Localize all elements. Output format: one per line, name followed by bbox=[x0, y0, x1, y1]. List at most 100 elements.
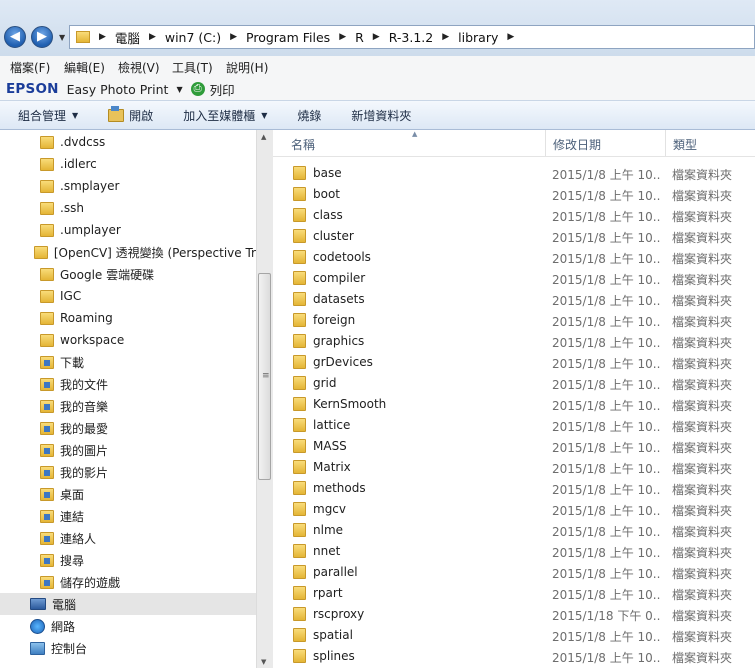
file-name: grDevices bbox=[313, 355, 373, 369]
file-row[interactable]: grid 2015/1/8 上午 10... 檔案資料夾 bbox=[273, 373, 755, 394]
menu-edit[interactable]: 編輯(E) bbox=[54, 59, 108, 76]
sidebar-item[interactable]: .idlerc bbox=[0, 153, 256, 175]
chevron-right-icon[interactable]: ▶ bbox=[339, 32, 346, 42]
sidebar-item-network[interactable]: 網路 bbox=[0, 615, 256, 637]
scroll-down-icon[interactable]: ▼ bbox=[261, 658, 266, 666]
file-row[interactable]: rscproxy 2015/1/18 下午 0... 檔案資料夾 bbox=[273, 604, 755, 625]
file-row[interactable]: Matrix 2015/1/8 上午 10... 檔案資料夾 bbox=[273, 457, 755, 478]
sidebar-item[interactable]: 桌面 bbox=[0, 483, 256, 505]
file-row[interactable]: datasets 2015/1/8 上午 10... 檔案資料夾 bbox=[273, 289, 755, 310]
sidebar-item[interactable]: workspace bbox=[0, 329, 256, 351]
file-row[interactable]: graphics 2015/1/8 上午 10... 檔案資料夾 bbox=[273, 331, 755, 352]
epson-app-dropdown[interactable]: Easy Photo Print bbox=[67, 82, 169, 97]
sidebar-item[interactable]: 儲存的遊戲 bbox=[0, 571, 256, 593]
sidebar-scrollbar[interactable]: ▲ ≡ ▼ bbox=[256, 130, 273, 668]
file-row[interactable]: compiler 2015/1/8 上午 10... 檔案資料夾 bbox=[273, 268, 755, 289]
sidebar-item-control-panel[interactable]: 控制台 bbox=[0, 637, 256, 659]
scroll-up-icon[interactable]: ▲ bbox=[261, 133, 266, 141]
file-row[interactable]: nlme 2015/1/8 上午 10... 檔案資料夾 bbox=[273, 520, 755, 541]
column-divider[interactable] bbox=[545, 130, 546, 156]
add-to-library-button[interactable]: 加入至媒體櫃 ▼ bbox=[183, 107, 267, 124]
file-row[interactable]: cluster 2015/1/8 上午 10... 檔案資料夾 bbox=[273, 226, 755, 247]
file-date: 2015/1/8 上午 10... bbox=[552, 210, 660, 224]
breadcrumb-item[interactable]: R-3.1.2 bbox=[389, 30, 434, 45]
chevron-right-icon[interactable]: ▶ bbox=[149, 32, 156, 42]
file-row[interactable]: splines 2015/1/8 上午 10... 檔案資料夾 bbox=[273, 646, 755, 667]
open-button[interactable]: 開啟 bbox=[108, 105, 153, 124]
back-button[interactable]: ◀ bbox=[4, 26, 26, 48]
file-row[interactable]: grDevices 2015/1/8 上午 10... 檔案資料夾 bbox=[273, 352, 755, 373]
chevron-right-icon[interactable]: ▶ bbox=[99, 32, 106, 42]
burn-button[interactable]: 燒錄 bbox=[297, 107, 321, 124]
file-row[interactable]: mgcv 2015/1/8 上午 10... 檔案資料夾 bbox=[273, 499, 755, 520]
sidebar-item[interactable]: 我的圖片 bbox=[0, 439, 256, 461]
chevron-right-icon[interactable]: ▶ bbox=[442, 32, 449, 42]
menu-tools[interactable]: 工具(T) bbox=[162, 59, 216, 76]
menu-view[interactable]: 檢視(V) bbox=[108, 59, 162, 76]
new-folder-button[interactable]: 新增資料夾 bbox=[351, 107, 411, 124]
file-row[interactable]: boot 2015/1/8 上午 10... 檔案資料夾 bbox=[273, 184, 755, 205]
folder-icon bbox=[293, 292, 306, 306]
sidebar-item[interactable]: 我的最愛 bbox=[0, 417, 256, 439]
column-divider[interactable] bbox=[665, 130, 666, 156]
file-row[interactable]: base 2015/1/8 上午 10... 檔案資料夾 bbox=[273, 163, 755, 184]
file-row[interactable]: class 2015/1/8 上午 10... 檔案資料夾 bbox=[273, 205, 755, 226]
chevron-right-icon[interactable]: ▶ bbox=[230, 32, 237, 42]
breadcrumb-item[interactable]: R bbox=[355, 30, 364, 45]
recent-pages-dropdown-icon[interactable]: ▼ bbox=[59, 33, 65, 42]
sidebar-item[interactable]: [OpenCV] 透視變換 (Perspective Tr bbox=[0, 241, 256, 263]
folder-icon bbox=[293, 628, 306, 642]
address-bar[interactable]: ▶ 電腦 ▶ win7 (C:) ▶ Program Files ▶ R ▶ R… bbox=[69, 25, 755, 49]
breadcrumb-item[interactable]: 電腦 bbox=[115, 28, 140, 47]
sidebar-item[interactable]: IGC bbox=[0, 285, 256, 307]
downloads-folder-icon bbox=[40, 355, 54, 369]
sidebar-item[interactable]: 搜尋 bbox=[0, 549, 256, 571]
sidebar-item-label: 網路 bbox=[51, 619, 76, 634]
breadcrumb-item[interactable]: Program Files bbox=[246, 30, 330, 45]
sidebar-item[interactable]: 我的音樂 bbox=[0, 395, 256, 417]
file-row[interactable]: nnet 2015/1/8 上午 10... 檔案資料夾 bbox=[273, 541, 755, 562]
file-row[interactable]: codetools 2015/1/8 上午 10... 檔案資料夾 bbox=[273, 247, 755, 268]
sidebar-item[interactable]: .ssh bbox=[0, 197, 256, 219]
sidebar-item[interactable]: 我的影片 bbox=[0, 461, 256, 483]
scrollbar-thumb[interactable]: ≡ bbox=[258, 273, 271, 480]
print-icon[interactable]: ⎙ bbox=[190, 82, 205, 96]
sidebar-item[interactable]: 下載 bbox=[0, 351, 256, 373]
chevron-right-icon[interactable]: ▶ bbox=[507, 32, 514, 42]
sidebar-item[interactable]: 我的文件 bbox=[0, 373, 256, 395]
column-header-name[interactable]: 名稱 bbox=[291, 136, 315, 153]
breadcrumb-item[interactable]: library bbox=[458, 30, 498, 45]
chevron-down-icon: ▼ bbox=[261, 110, 268, 120]
chevron-right-icon[interactable]: ▶ bbox=[373, 32, 380, 42]
forward-button[interactable]: ▶ bbox=[31, 26, 53, 48]
chevron-down-icon[interactable]: ▼ bbox=[176, 85, 182, 94]
file-row[interactable]: MASS 2015/1/8 上午 10... 檔案資料夾 bbox=[273, 436, 755, 457]
print-button[interactable]: 列印 bbox=[210, 80, 235, 99]
column-header-date[interactable]: 修改日期 bbox=[553, 136, 601, 153]
file-type: 檔案資料夾 bbox=[672, 567, 733, 581]
file-row[interactable]: rpart 2015/1/8 上午 10... 檔案資料夾 bbox=[273, 583, 755, 604]
file-row[interactable]: parallel 2015/1/8 上午 10... 檔案資料夾 bbox=[273, 562, 755, 583]
menu-help[interactable]: 說明(H) bbox=[216, 59, 270, 76]
sidebar-item[interactable]: Roaming bbox=[0, 307, 256, 329]
file-row[interactable]: foreign 2015/1/8 上午 10... 檔案資料夾 bbox=[273, 310, 755, 331]
file-row[interactable]: lattice 2015/1/8 上午 10... 檔案資料夾 bbox=[273, 415, 755, 436]
file-date: 2015/1/8 上午 10... bbox=[552, 462, 660, 476]
sidebar-item[interactable]: 連絡人 bbox=[0, 527, 256, 549]
sidebar-item[interactable]: .umplayer bbox=[0, 219, 256, 241]
sidebar-item-computer[interactable]: 電腦 bbox=[0, 593, 256, 615]
sidebar-item-label: 我的音樂 bbox=[60, 399, 109, 414]
organize-button[interactable]: 組合管理 ▼ bbox=[18, 107, 78, 124]
sidebar-item[interactable]: 連結 bbox=[0, 505, 256, 527]
file-date: 2015/1/8 上午 10... bbox=[552, 252, 660, 266]
sidebar-item[interactable]: .smplayer bbox=[0, 175, 256, 197]
column-header-type[interactable]: 類型 bbox=[673, 136, 697, 153]
file-row[interactable]: methods 2015/1/8 上午 10... 檔案資料夾 bbox=[273, 478, 755, 499]
sidebar-item[interactable]: .dvdcss bbox=[0, 131, 256, 153]
breadcrumb-item[interactable]: win7 (C:) bbox=[165, 30, 221, 45]
file-row[interactable]: spatial 2015/1/8 上午 10... 檔案資料夾 bbox=[273, 625, 755, 646]
file-date: 2015/1/8 上午 10... bbox=[552, 399, 660, 413]
menu-file[interactable]: 檔案(F) bbox=[0, 59, 54, 76]
file-row[interactable]: KernSmooth 2015/1/8 上午 10... 檔案資料夾 bbox=[273, 394, 755, 415]
sidebar-item[interactable]: Google 雲端硬碟 bbox=[0, 263, 256, 285]
